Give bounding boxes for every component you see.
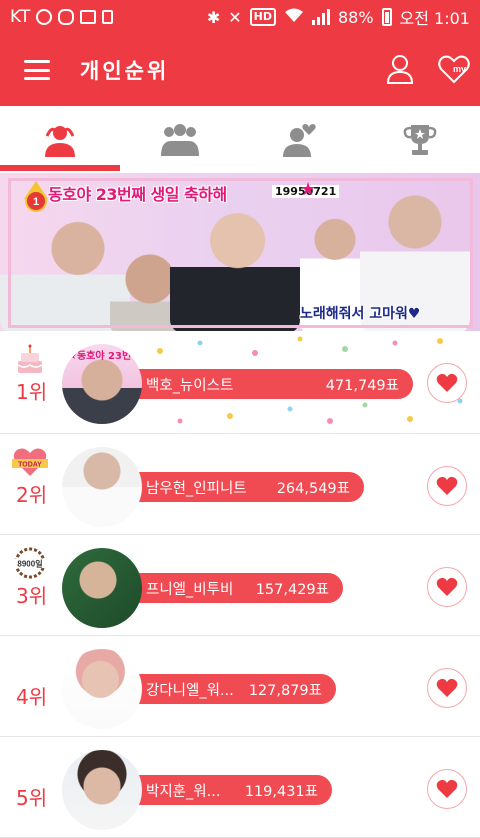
- vote-heart-button[interactable]: [427, 668, 467, 708]
- tab-individual[interactable]: [0, 106, 120, 173]
- promo-banner[interactable]: 1 동호야 23번째 생일 축하해 19950721 ★ 노래해줘서 고마워♥: [0, 173, 480, 331]
- status-left: KT: [10, 7, 114, 27]
- single-person-icon: [45, 125, 75, 157]
- candidate-name: 남우현_인피니트: [146, 480, 247, 497]
- heart-outline-icon: my: [438, 55, 470, 84]
- category-tabs: [0, 106, 480, 173]
- user-icon: [386, 55, 414, 84]
- svg-text:TODAY: TODAY: [18, 462, 42, 469]
- signal-icon: [311, 9, 330, 25]
- ranking-row[interactable]: 4위 강다니엘_워... 127,879표: [0, 636, 480, 737]
- candidate-name: 박지훈_워...: [146, 783, 221, 800]
- blocked-notification-icon: [36, 9, 53, 25]
- vote-count: 471,749표: [325, 377, 399, 394]
- avatar-caption: ★동호야 23번: [68, 351, 132, 362]
- group-icon: [161, 123, 199, 156]
- avatar[interactable]: [62, 649, 142, 729]
- menu-button[interactable]: [24, 60, 50, 80]
- banner-headline: 동호야 23번째 생일 축하해: [48, 185, 227, 204]
- download-notification-icon: [102, 10, 114, 24]
- chat-notification-icon: [58, 9, 75, 25]
- vote-heart-button[interactable]: [427, 769, 467, 809]
- mute-icon: ✕: [228, 7, 242, 27]
- carrier-label: KT: [10, 7, 31, 27]
- ranking-list: 1위 백호_뉴이스트 471,749표 ★동호야 23번 TODAY 2위 남우…: [0, 331, 480, 838]
- cake-icon: [17, 344, 43, 373]
- rank-label: 1위: [16, 380, 48, 404]
- banner-thanks: 노래해줘서 고마워♥: [300, 306, 421, 322]
- heart-icon: [436, 779, 458, 798]
- ranking-row[interactable]: TODAY 2위 남우현_인피니트 264,549표: [0, 434, 480, 535]
- vote-heart-button[interactable]: [427, 567, 467, 607]
- page-title: 개인순위: [80, 59, 170, 83]
- avatar[interactable]: [62, 750, 142, 830]
- battery-percent: 88%: [337, 7, 374, 27]
- rank-label: 2위: [16, 483, 48, 507]
- rank-label: 3위: [16, 584, 48, 608]
- heart-icon: [436, 476, 458, 495]
- star-icon: ★: [300, 179, 317, 200]
- menu-icon-line: [24, 77, 50, 80]
- tab-trophy[interactable]: [360, 106, 480, 173]
- app-bar: 개인순위 my: [0, 34, 480, 106]
- vote-heart-button[interactable]: [427, 466, 467, 506]
- candidate-pill: 백호_뉴이스트 471,749표: [100, 369, 413, 399]
- status-bar: KT ✱ ✕ HD 88% 오전 1:01: [0, 0, 480, 34]
- clock: 오전 1:01: [399, 9, 470, 28]
- avatar[interactable]: [62, 447, 142, 527]
- ranking-row[interactable]: 5위 박지훈_워... 119,431표: [0, 737, 480, 838]
- tab-favorite[interactable]: [240, 106, 360, 173]
- my-favorites-button[interactable]: my: [438, 54, 470, 84]
- avatar[interactable]: ★동호야 23번: [62, 344, 142, 424]
- image-notification-icon: [80, 10, 97, 24]
- heart-icon: [436, 678, 458, 697]
- menu-icon-line: [24, 60, 50, 63]
- days-badge-text: 8900일: [17, 559, 42, 569]
- rank-medal-number: 1: [33, 196, 39, 208]
- candidate-name: 백호_뉴이스트: [146, 377, 234, 394]
- status-right: ✱ ✕ HD 88% 오전 1:01: [207, 5, 470, 29]
- battery-icon: [381, 8, 392, 26]
- bluetooth-icon: ✱: [206, 7, 221, 27]
- candidate-name: 프니엘_비투비: [146, 581, 234, 598]
- vote-heart-button[interactable]: [427, 363, 467, 403]
- person-heart-icon: [283, 123, 316, 157]
- my-label: my: [453, 64, 466, 74]
- vote-count: 157,429표: [255, 581, 329, 598]
- ranking-row[interactable]: 1위 백호_뉴이스트 471,749표 ★동호야 23번: [0, 331, 480, 434]
- vote-count: 119,431표: [244, 783, 318, 800]
- avatar[interactable]: [62, 548, 142, 628]
- candidate-name: 강다니엘_워...: [146, 682, 234, 699]
- profile-button[interactable]: [386, 54, 414, 84]
- days-wreath-icon: 8900일: [12, 547, 48, 579]
- today-heart-icon: TODAY: [12, 448, 48, 476]
- active-tab-indicator: [0, 165, 120, 171]
- rank-label: 4위: [16, 685, 48, 709]
- ranking-row[interactable]: 8900일 3위 프니엘_비투비 157,429표: [0, 535, 480, 636]
- trophy-icon: [403, 124, 437, 155]
- heart-icon: [436, 373, 458, 392]
- hd-voice-icon: HD: [249, 8, 276, 26]
- menu-icon-line: [24, 68, 50, 72]
- wifi-icon: [284, 7, 304, 27]
- tab-group[interactable]: [120, 106, 240, 173]
- vote-count: 127,879표: [248, 682, 322, 699]
- vote-count: 264,549표: [276, 480, 350, 497]
- heart-icon: [436, 577, 458, 596]
